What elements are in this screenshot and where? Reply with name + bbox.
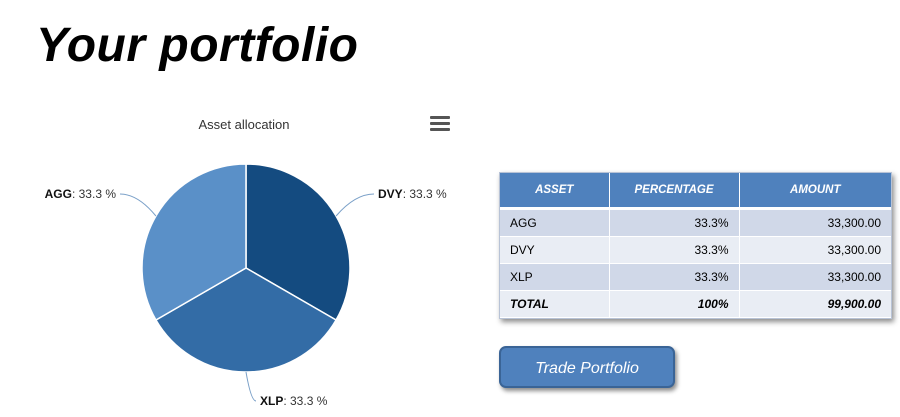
menu-bar: [430, 128, 450, 131]
trade-portfolio-button[interactable]: Trade Portfolio: [499, 346, 675, 388]
header-asset: ASSET: [500, 173, 610, 210]
hamburger-menu-icon[interactable]: [430, 116, 450, 134]
cell-total-amount: 99,900.00: [739, 290, 891, 318]
label-connector: [119, 193, 157, 217]
slice-label-dvy: DVY: 33.3 %: [378, 187, 447, 201]
table-row: XLP 33.3% 33,300.00: [500, 263, 891, 291]
cell-percentage: 33.3%: [609, 236, 740, 264]
menu-bar: [430, 116, 450, 119]
cell-asset: XLP: [500, 263, 610, 291]
cell-percentage: 33.3%: [609, 263, 740, 291]
slice-label-agg: AGG: 33.3 %: [45, 187, 117, 201]
cell-amount: 33,300.00: [739, 208, 891, 237]
page-title: Your portfolio: [36, 19, 359, 72]
cell-total-percentage: 100%: [609, 290, 740, 318]
header-percentage: PERCENTAGE: [609, 173, 740, 210]
chart-title: Asset allocation: [198, 117, 290, 132]
header-amount: AMOUNT: [739, 173, 891, 210]
cell-total-asset: TOTAL: [500, 290, 610, 318]
cell-amount: 33,300.00: [739, 236, 891, 264]
cell-amount: 33,300.00: [739, 263, 891, 291]
table-row: AGG 33.3% 33,300.00: [500, 208, 891, 237]
label-connector: [245, 371, 257, 402]
allocation-table: ASSET PERCENTAGE AMOUNT AGG 33.3% 33,300…: [500, 173, 891, 318]
allocation-table-container: ASSET PERCENTAGE AMOUNT AGG 33.3% 33,300…: [499, 172, 892, 319]
pie-chart-svg: DVY: 33.3 % XLP: 33.3 % AGG: 33.3 %: [45, 163, 447, 408]
portfolio-page: Your portfolio DVY: 33.3 % XLP: 33.3 % AGG…: [0, 0, 900, 417]
label-connector: [335, 193, 375, 217]
menu-bar: [430, 122, 450, 125]
cell-asset: AGG: [500, 208, 610, 237]
table-row: DVY 33.3% 33,300.00: [500, 236, 891, 264]
cell-percentage: 33.3%: [609, 208, 740, 237]
slice-label-xlp: XLP: 33.3 %: [260, 394, 328, 408]
asset-allocation-chart: DVY: 33.3 % XLP: 33.3 % AGG: 33.3 % Asset …: [28, 96, 460, 417]
table-header-row: ASSET PERCENTAGE AMOUNT: [500, 173, 891, 210]
table-total-row: TOTAL 100% 99,900.00: [500, 290, 891, 318]
cell-asset: DVY: [500, 236, 610, 264]
